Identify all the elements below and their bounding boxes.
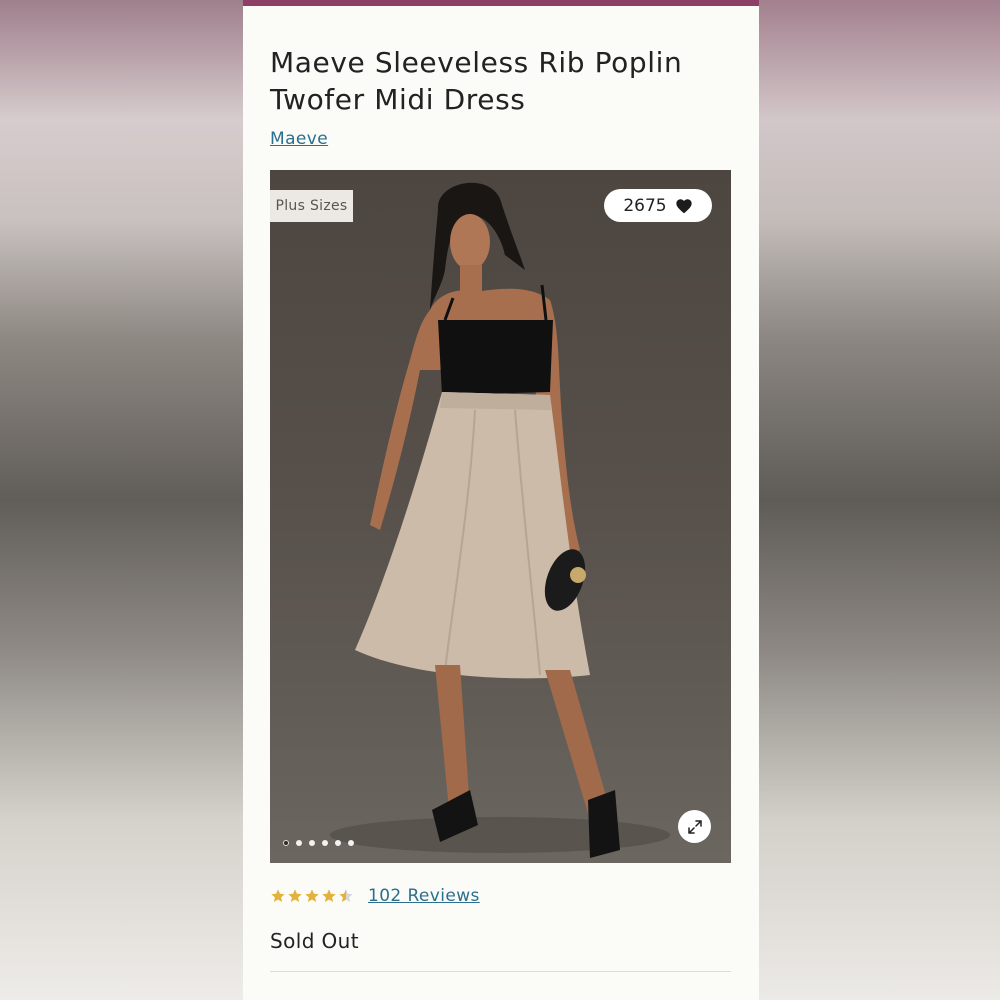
carousel-dot[interactable]	[309, 840, 315, 846]
plus-sizes-badge: Plus Sizes	[270, 190, 353, 222]
heart-icon	[675, 198, 692, 213]
background-left	[0, 0, 243, 1000]
product-title: Maeve Sleeveless Rib Poplin Twofer Midi …	[270, 46, 683, 116]
product-image[interactable]: Plus Sizes 2675	[270, 170, 731, 863]
carousel-dot[interactable]	[283, 840, 289, 846]
star-icon	[305, 889, 319, 902]
availability-status: Sold Out	[270, 929, 360, 953]
model-photo	[330, 182, 670, 858]
rating-row: 102 Reviews	[270, 886, 480, 906]
reviews-link[interactable]: 102 Reviews	[368, 886, 480, 906]
expand-button[interactable]	[678, 810, 711, 843]
accent-strip	[243, 0, 759, 6]
carousel-dot[interactable]	[296, 840, 302, 846]
carousel-dot[interactable]	[322, 840, 328, 846]
star-rating	[270, 888, 354, 904]
divider	[270, 971, 731, 972]
carousel-dot[interactable]	[348, 840, 354, 846]
carousel-dots	[283, 840, 354, 846]
brand-link[interactable]: Maeve	[270, 129, 328, 149]
star-icon	[271, 889, 285, 902]
product-card: Maeve Sleeveless Rib Poplin Twofer Midi …	[243, 0, 759, 1000]
background-right	[758, 0, 1000, 1000]
half-star-icon	[339, 889, 353, 902]
favorite-button[interactable]: 2675	[604, 189, 712, 222]
star-icon	[322, 889, 336, 902]
favorites-count: 2675	[623, 195, 667, 216]
expand-icon	[687, 819, 702, 834]
carousel-dot[interactable]	[335, 840, 341, 846]
star-icon	[288, 889, 302, 902]
